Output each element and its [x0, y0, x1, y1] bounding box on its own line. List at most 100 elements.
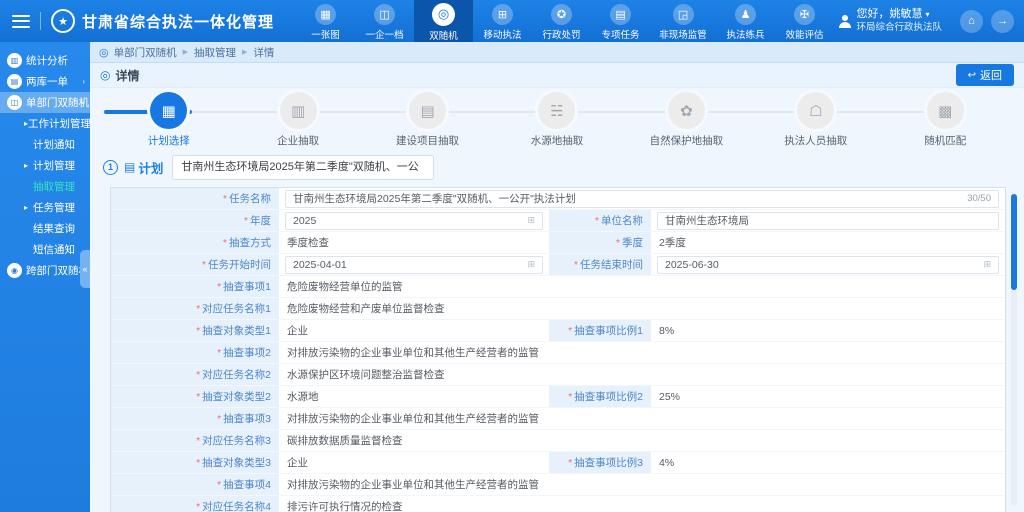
form-value-text: 企业 [287, 325, 308, 337]
sidebar-item-3[interactable]: ▸ 工作计划管理 [0, 113, 92, 134]
header-divider [40, 12, 41, 30]
top-nav-item-1[interactable]: ◫ 一企一档 [355, 0, 414, 42]
submenu-arrow-icon: ▸ [24, 203, 29, 212]
sidebar-item-6[interactable]: 抽取管理 [0, 176, 90, 197]
logout-icon: → [997, 15, 1008, 27]
top-nav-item-5[interactable]: ▤ 专项任务 [591, 0, 650, 42]
form-label: * 对应任务名称2 [111, 364, 279, 386]
required-star-icon: * [568, 324, 573, 337]
step-4[interactable]: ✿ 自然保护地抽取 [622, 92, 751, 150]
breadcrumb: ◎ 单部门双随机 ▶ 抽取管理 ▶ 详情 [90, 42, 1024, 63]
form-input[interactable]: 甘南州生态环境局 [657, 211, 999, 230]
form-value-cell: 企业 [279, 320, 549, 342]
step-0[interactable]: ▦ 计划选择 [104, 92, 233, 150]
sidebar-item-1[interactable]: ▤ 两库一单 › [0, 71, 90, 92]
required-star-icon: * [217, 280, 222, 293]
top-nav-item-8[interactable]: ✠ 效能评估 [775, 0, 834, 42]
home-button[interactable]: ⌂ [960, 9, 983, 33]
top-nav-item-4[interactable]: ✪ 行政处罚 [532, 0, 591, 42]
sidebar: ▥ 统计分析 ▤ 两库一单 › ◫ 单部门双随机 ˅ ▸ 工作计划管理 计划通知 ▸ 计划管理 抽取管理 ▸… [0, 42, 92, 512]
required-star-icon: * [615, 236, 620, 249]
form-value-cell: 4% [651, 452, 1005, 474]
steps: ▦ 计划选择 ▥ 企业抽取 ▤ 建设项目抽取 ☵ 水源地抽取 ✿ 自然保护地抽取 ☖ 执法人员抽取 ▩ 随… [104, 92, 1010, 150]
form-value-text: 危险废物经营单位的监管 [287, 281, 403, 293]
top-nav-label: 移动执法 [483, 29, 522, 41]
sidebar-item-2[interactable]: ◫ 单部门双随机 ˅ [0, 92, 90, 113]
shield-icon: ✠ [794, 3, 816, 25]
top-nav-item-3[interactable]: ⊞ 移动执法 [473, 0, 532, 42]
form-input-value: 甘南州生态环境局2025年第二季度"双随机、一公开"执法计划 [293, 193, 576, 205]
plan-section: 1 ▤ 计划 甘南州生态环境局2025年第二季度"双随机、一公 [90, 152, 1024, 182]
form-input[interactable]: 2025-06-30 ⊞ [657, 255, 999, 274]
sidebar-item-7[interactable]: ▸ 任务管理 [0, 197, 90, 218]
step-3[interactable]: ☵ 水源地抽取 [492, 92, 621, 150]
required-star-icon: * [217, 346, 222, 359]
department-icon: ◫ [7, 95, 22, 110]
step-5[interactable]: ☖ 执法人员抽取 [751, 92, 880, 150]
cross-department-icon: ◉ [7, 263, 22, 278]
top-nav-label: 执法练兵 [726, 29, 765, 41]
form-label: * 年度 [111, 210, 279, 232]
breadcrumb-item[interactable]: 抽取管理 [194, 45, 236, 60]
user-info[interactable]: 您好，姚敏慧 ▾ 环局综合行政执法队 [856, 8, 942, 34]
form-label-text: 任务名称 [229, 193, 271, 205]
sidebar-item-10[interactable]: ◉跨部门双随机› [0, 260, 90, 281]
form-value-text: 水源保护区环境问题整治监督检查 [287, 369, 445, 381]
calendar-icon: ⊞ [983, 259, 991, 269]
form-label-text: 对应任务名称1 [202, 303, 271, 315]
logout-button[interactable]: → [991, 9, 1014, 33]
form-value-cell: 危险废物经营和产废单位监督检查 [279, 298, 1005, 320]
form-value-cell: 对排放污染物的企业事业单位和其他生产经营者的监管 [279, 342, 1005, 364]
form-value-text: 季度检查 [287, 237, 329, 249]
required-star-icon: * [222, 236, 227, 249]
sidebar-item-label: 任务管理 [33, 202, 75, 214]
step-2[interactable]: ▤ 建设项目抽取 [363, 92, 492, 150]
user-org: 环局综合行政执法队 [856, 21, 942, 33]
form-value-cell: 对排放污染物的企业事业单位和其他生产经营者的监管 [279, 474, 1005, 496]
breadcrumb-item: 详情 [253, 46, 275, 59]
sidebar-item-9[interactable]: 短信通知 [0, 239, 90, 260]
top-nav-item-7[interactable]: ♟ 执法练兵 [716, 0, 775, 42]
form-label-text: 抽查对象类型1 [202, 325, 271, 337]
form-label: * 单位名称 [549, 210, 651, 232]
required-star-icon: * [201, 258, 206, 271]
sidebar-item-8[interactable]: 结果查询 [0, 218, 90, 239]
form-value-cell: 8% [651, 320, 1005, 342]
step-1[interactable]: ▥ 企业抽取 [233, 92, 362, 150]
map-icon: ▦ [315, 3, 337, 25]
sidebar-collapse-handle[interactable]: « [80, 250, 90, 288]
form-value-cell: 2025-06-30 ⊞ [651, 254, 1005, 276]
required-star-icon: * [568, 390, 573, 403]
form-label: * 季度 [549, 232, 651, 254]
form-input[interactable]: 甘南州生态环境局2025年第二季度"双随机、一公开"执法计划 30/50 [285, 189, 999, 208]
top-nav-item-6[interactable]: ◲ 非现场监管 [650, 0, 716, 42]
form-input[interactable]: 2025 ⊞ [285, 211, 543, 230]
required-star-icon: * [568, 456, 573, 469]
breadcrumb-item[interactable]: 单部门双随机 [114, 45, 177, 60]
breadcrumb-separator: ▶ [182, 49, 188, 56]
back-button[interactable]: ↩ 返回 [955, 64, 1014, 86]
sidebar-item-4[interactable]: 计划通知 [0, 134, 90, 155]
sidebar-item-5[interactable]: ▸ 计划管理 [0, 155, 90, 176]
sidebar-item-label: 工作计划管理 [28, 118, 92, 130]
required-star-icon: * [196, 456, 201, 469]
detail-header: ◎ 详情 ↩ 返回 [90, 63, 1024, 88]
back-arrow-icon: ↩ [967, 69, 976, 81]
step-6[interactable]: ▩ 随机匹配 [881, 92, 1010, 150]
menu-toggle-icon[interactable] [12, 14, 30, 28]
form-grid: * 任务名称 甘南州生态环境局2025年第二季度"双随机、一公开"执法计划 30/50… [111, 188, 1005, 512]
sidebar-item-0[interactable]: ▥ 统计分析 [0, 50, 90, 71]
form-value-cell: 企业 [279, 452, 549, 474]
form-value-text: 对排放污染物的企业事业单位和其他生产经营者的监管 [287, 347, 539, 359]
scrollbar-thumb[interactable] [1011, 194, 1017, 290]
app-header: ★ 甘肃省综合执法一体化管理 ▦ 一张图 ◫ 一企一档 ◎ 双随机 ⊞ 移动执法 ✪ 行政处罚 ▤ 专… [0, 0, 1024, 42]
plan-section-label: 计划 [138, 161, 164, 176]
form-value-text: 4% [659, 456, 675, 469]
plan-select[interactable]: 甘南州生态环境局2025年第二季度"双随机、一公 [172, 154, 435, 180]
required-star-icon: * [217, 478, 222, 491]
top-nav-item-0[interactable]: ▦ 一张图 [296, 0, 355, 42]
form-value-cell: 2季度 [651, 232, 1005, 254]
top-nav-item-2[interactable]: ◎ 双随机 [414, 0, 474, 42]
form-input[interactable]: 2025-04-01 ⊞ [285, 255, 543, 274]
clipboard-icon: ▤ [124, 160, 136, 174]
